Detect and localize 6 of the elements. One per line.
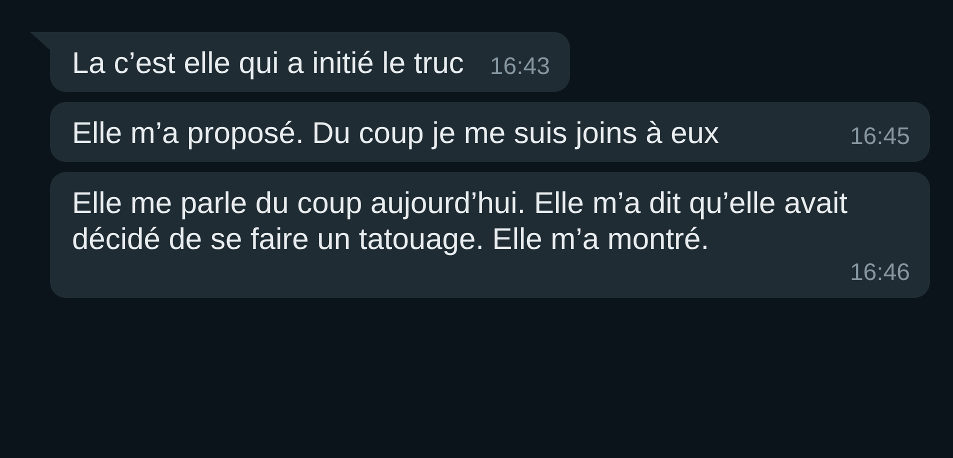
message-text: La c’est elle qui a initié le truc [72, 46, 464, 82]
message-text: Elle m’a proposé. Du coup je me suis joins à eux [72, 116, 719, 152]
message-time: 16:43 [488, 52, 550, 82]
message-time: 16:46 [848, 258, 910, 288]
message-time: 16:45 [848, 122, 910, 152]
message-text: Elle me parle du coup aujourd’hui. Elle m’a dit qu’elle avait décidé de se faire un tatouage. Elle m’a montré. [72, 186, 848, 258]
